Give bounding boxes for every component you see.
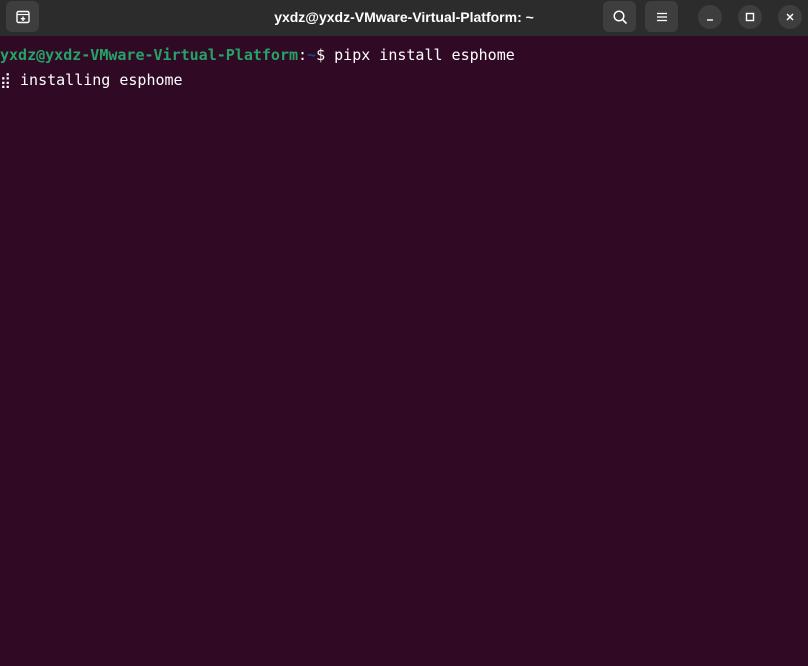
- search-icon: [612, 9, 627, 24]
- hamburger-menu-icon: [656, 12, 667, 21]
- scrollbar[interactable]: [804, 36, 808, 666]
- spinner-icon: ⣾: [0, 71, 11, 89]
- search-button[interactable]: [603, 1, 636, 32]
- menu-button[interactable]: [645, 1, 678, 32]
- prompt-path: ~: [307, 46, 317, 64]
- minimize-icon: [707, 19, 713, 21]
- output-line: ⣾ installing esphome: [0, 68, 804, 93]
- maximize-icon: [745, 12, 755, 22]
- terminal-output[interactable]: yxdz@yxdz-VMware-Virtual-Platform:~$ pip…: [0, 36, 804, 666]
- close-icon: [786, 13, 794, 21]
- output-text: installing esphome: [11, 71, 183, 89]
- command-text: pipx install esphome: [334, 46, 515, 64]
- new-tab-button[interactable]: [6, 1, 39, 32]
- command-line: yxdz@yxdz-VMware-Virtual-Platform:~$ pip…: [0, 43, 804, 68]
- window-title: yxdz@yxdz-VMware-Virtual-Platform: ~: [274, 9, 534, 25]
- prompt-separator: :: [298, 46, 308, 64]
- prompt-user: yxdz@yxdz-VMware-Virtual-Platform: [0, 46, 299, 64]
- terminal-window: yxdz@yxdz-VMware-Virtual-Platform: ~ yxd…: [0, 0, 808, 666]
- title-bar[interactable]: yxdz@yxdz-VMware-Virtual-Platform: ~: [0, 0, 808, 36]
- prompt-symbol: $: [316, 46, 335, 64]
- minimize-button[interactable]: [698, 5, 722, 29]
- maximize-button[interactable]: [738, 5, 762, 29]
- new-tab-icon: [15, 10, 30, 23]
- close-button[interactable]: [778, 5, 802, 29]
